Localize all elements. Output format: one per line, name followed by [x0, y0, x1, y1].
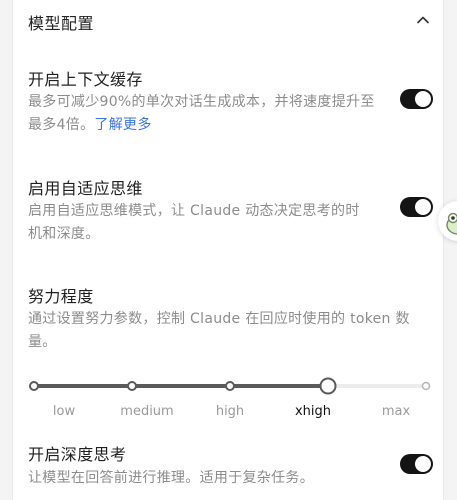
effort-level-title: 努力程度 [28, 287, 94, 306]
assistant-bubble[interactable] [438, 201, 457, 241]
learn-more-link[interactable]: 了解更多 [94, 117, 151, 133]
deep-thinking-title: 开启深度思考 [28, 445, 127, 464]
effort-label-xhigh[interactable]: xhigh [295, 404, 331, 419]
effort-label-max[interactable]: max [382, 404, 410, 419]
slider-stop-low [29, 381, 39, 391]
slider-handle [319, 377, 337, 395]
slider-stop-high [225, 381, 235, 391]
adaptive-thinking-toggle[interactable] [400, 197, 433, 217]
toggle-knob [415, 199, 431, 215]
context-cache-title: 开启上下文缓存 [28, 70, 143, 89]
deep-thinking-description: 让模型在回答前进行推理。适用于复杂任务。 [28, 467, 428, 490]
effort-slider[interactable]: low medium high xhigh max [13, 372, 443, 422]
deep-thinking-toggle[interactable] [400, 454, 433, 474]
context-cache-description: 最多可减少90%的单次对话生成成本，并将速度提升至 最多4倍。了解更多 [28, 91, 388, 137]
slider-stop-medium [127, 381, 137, 391]
mascot-icon [446, 212, 457, 235]
effort-label-low[interactable]: low [53, 404, 75, 419]
effort-level-desc-line-1: 通过设置努力参数，控制 Claude 在回应时使用的 token 数 [28, 311, 410, 327]
toggle-knob [415, 456, 431, 472]
adaptive-thinking-description: 启用自适应思维模式，让 Claude 动态决定思考的时 机和深度。 [28, 200, 388, 246]
adaptive-thinking-desc-line-1: 启用自适应思维模式，让 Claude 动态决定思考的时 [28, 203, 360, 219]
context-cache-desc-line-1: 最多可减少90%的单次对话生成成本，并将速度提升至 [28, 94, 375, 110]
effort-level-description: 通过设置努力参数，控制 Claude 在回应时使用的 token 数 量。 [28, 308, 428, 354]
adaptive-thinking-title: 启用自适应思维 [28, 179, 143, 198]
effort-level-desc-line-2: 量。 [28, 334, 57, 350]
effort-label-high[interactable]: high [216, 404, 244, 419]
adaptive-thinking-desc-line-2: 机和深度。 [28, 226, 100, 242]
chevron-up-icon[interactable] [415, 12, 431, 28]
context-cache-toggle[interactable] [400, 89, 433, 109]
section-title: 模型配置 [28, 14, 95, 33]
toggle-knob [415, 91, 431, 107]
model-config-panel: 模型配置 开启上下文缓存 最多可减少90%的单次对话生成成本，并将速度提升至 最… [12, 0, 444, 500]
effort-label-medium[interactable]: medium [120, 404, 173, 419]
context-cache-desc-line-2: 最多4倍。 [28, 117, 95, 133]
effort-slider-track[interactable] [13, 372, 443, 402]
slider-stop-max [421, 381, 431, 391]
deep-thinking-desc-line-1: 让模型在回答前进行推理。适用于复杂任务。 [28, 470, 314, 486]
